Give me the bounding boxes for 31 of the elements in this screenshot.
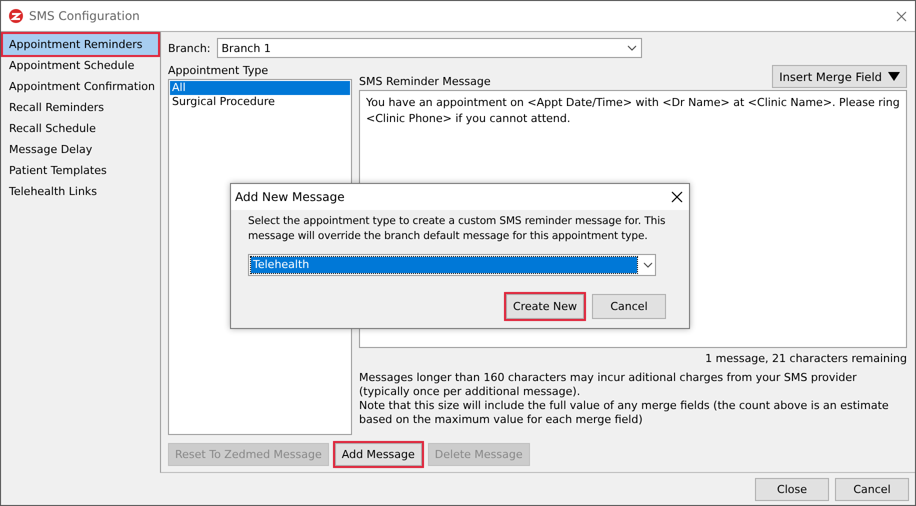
dialog-button[interactable]: Create New (506, 294, 584, 319)
logo-icon (9, 9, 23, 23)
insert-merge-field-button[interactable]: Insert Merge Field (772, 65, 907, 88)
chevron-down-icon (626, 45, 637, 51)
branch-select[interactable]: Branch 1 (216, 38, 642, 58)
sidebar-item[interactable]: Telehealth Links (3, 181, 158, 202)
footer-button[interactable]: Cancel (835, 478, 909, 500)
dialog-title: Add New Message (235, 190, 345, 204)
sidebar-item[interactable]: Appointment Reminders (3, 34, 158, 55)
dialog-button[interactable]: Cancel (592, 294, 666, 319)
sidebar-item[interactable]: Recall Schedule (3, 118, 158, 139)
list-item[interactable]: Surgical Procedure (170, 95, 350, 109)
character-counter: 1 message, 21 characters remaining (704, 352, 907, 365)
chevron-down-icon (643, 262, 653, 268)
footer-button[interactable]: Close (755, 478, 829, 500)
branch-label: Branch: (168, 42, 211, 54)
sidebar-item[interactable]: Message Delay (3, 139, 158, 160)
close-icon[interactable] (671, 191, 683, 203)
sidebar-item[interactable]: Appointment Schedule (3, 55, 158, 76)
note-text: Note that this size will include the full value of any merge fields (the count above is an estimate based on the maximum value for each merge field) (359, 399, 890, 427)
message-label: SMS Reminder Message (359, 75, 491, 88)
sidebar-item[interactable]: Patient Templates (3, 160, 158, 181)
sidebar-item[interactable]: Appointment Confirmation (3, 76, 158, 97)
note-text: Messages longer than 160 characters may incur aditional charges from your SMS provider (typically once per additional message). (359, 371, 858, 399)
appointment-type-label: Appointment Type (168, 64, 270, 77)
action-button[interactable]: Add Message (334, 443, 422, 466)
sidebar-item[interactable]: Recall Reminders (3, 97, 158, 118)
dropdown-triangle-icon (888, 72, 900, 81)
list-item[interactable]: All (170, 81, 350, 95)
window-title: SMS Configuration (29, 9, 141, 23)
appointment-type-select[interactable]: Telehealth (248, 254, 656, 276)
